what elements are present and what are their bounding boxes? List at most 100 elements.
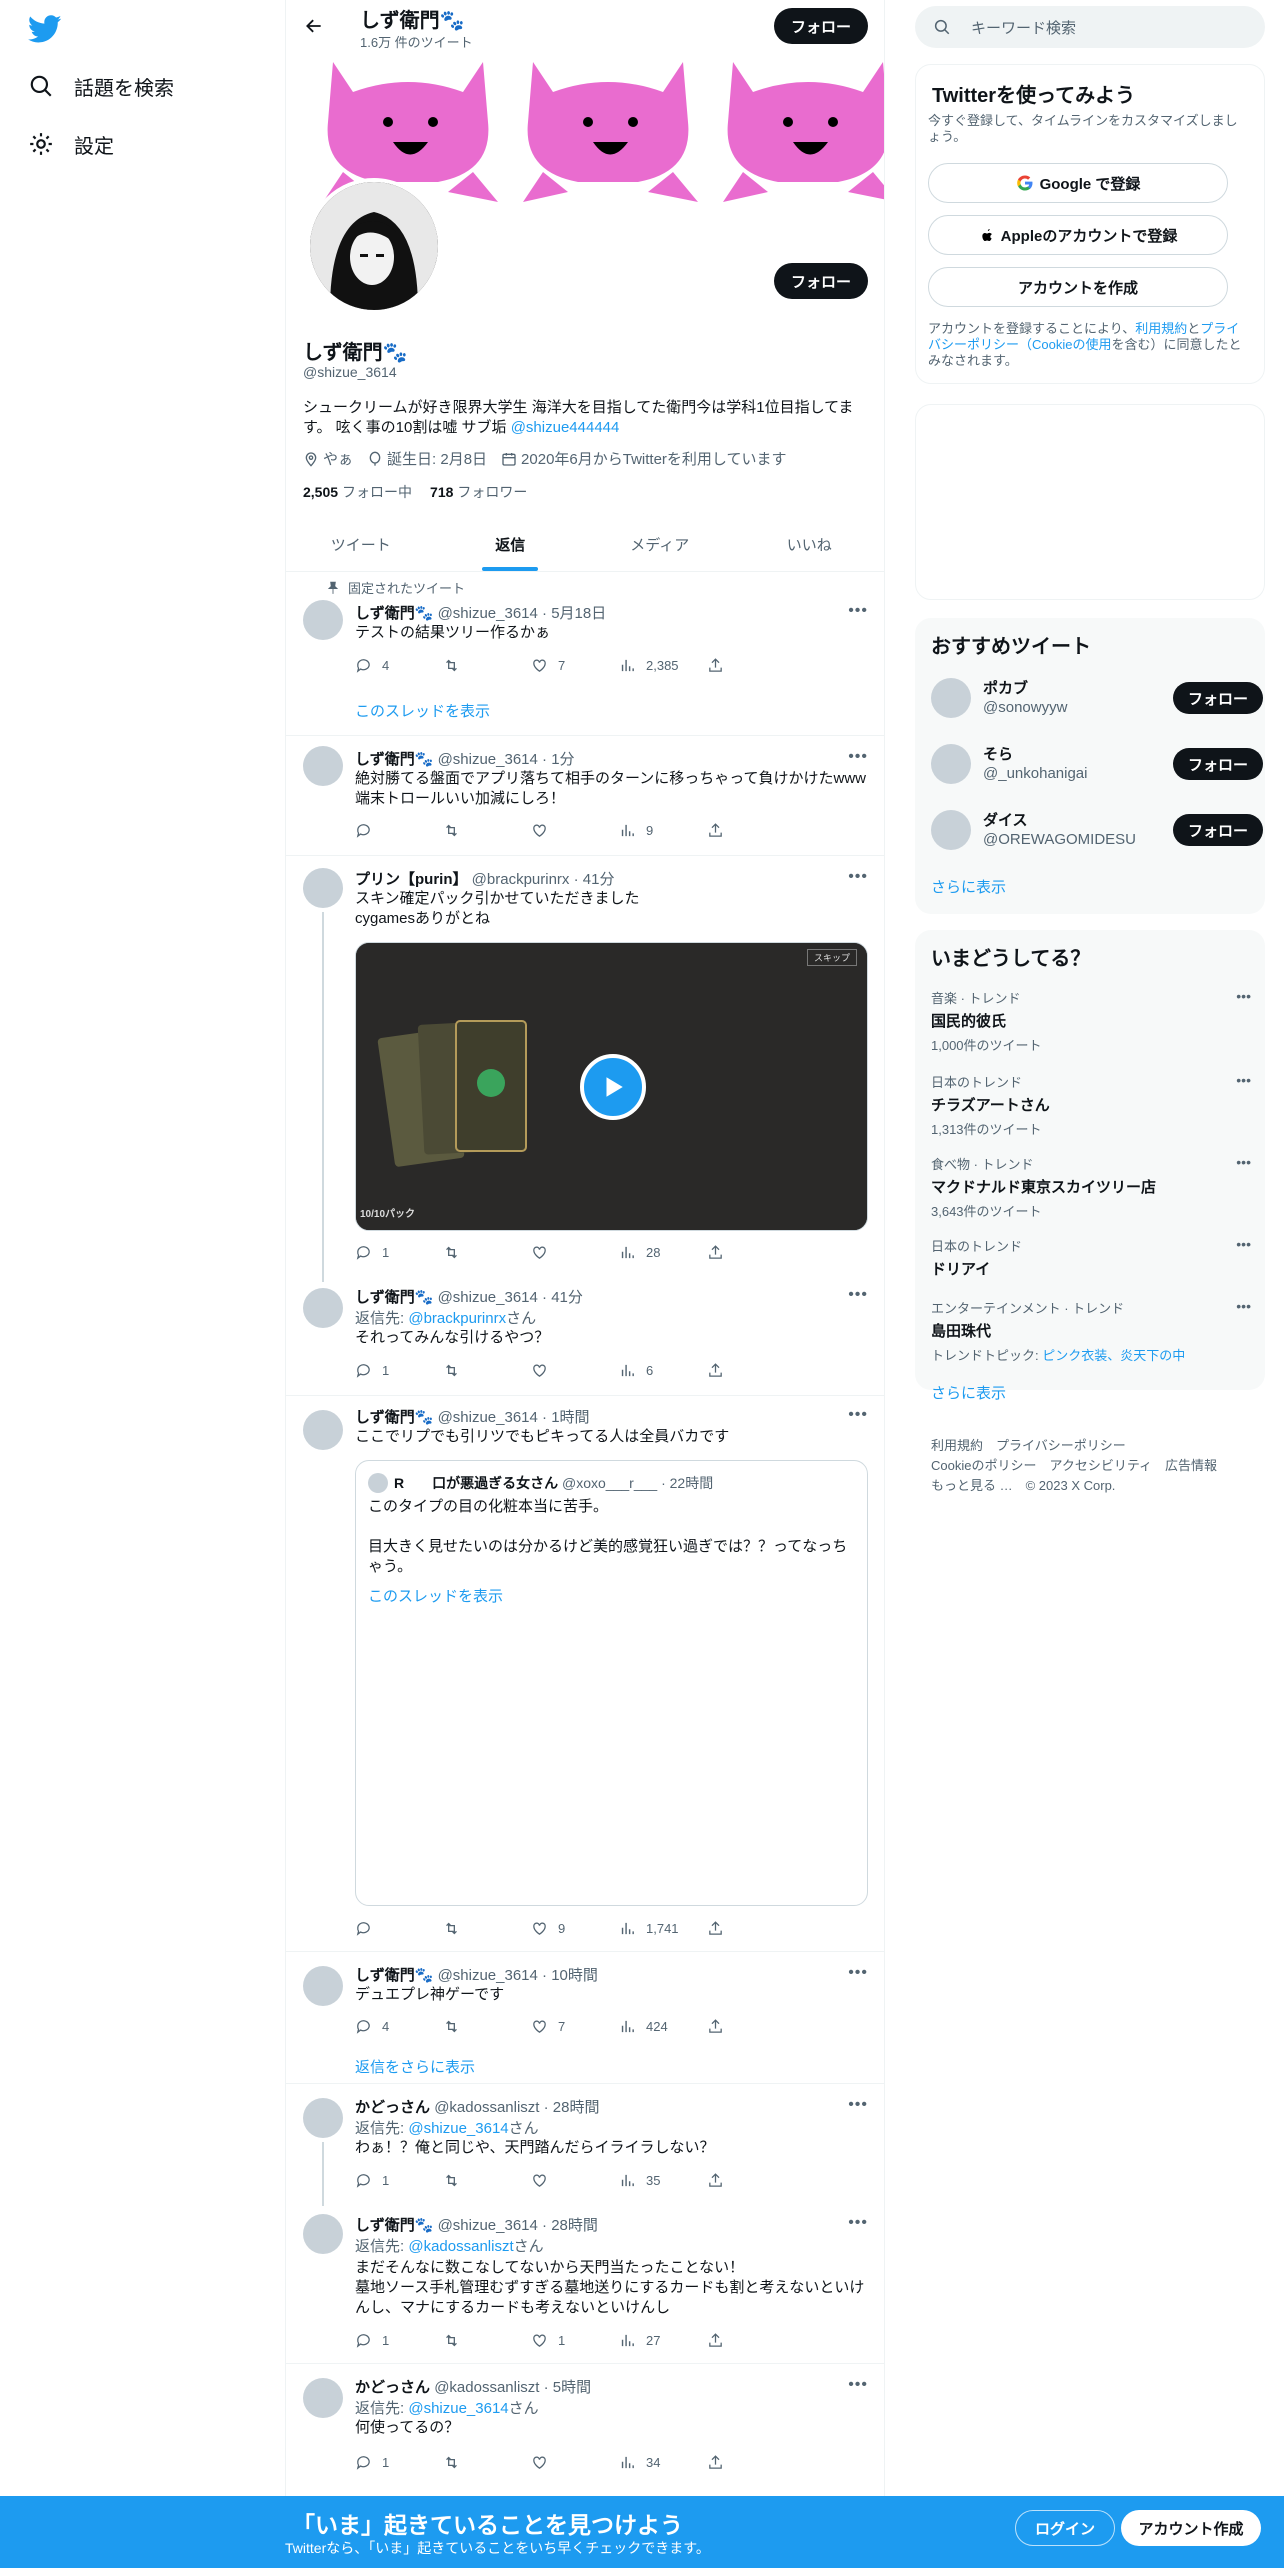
retweet-button[interactable] [443,1918,531,1938]
avatar[interactable] [303,2214,343,2254]
more-icon[interactable]: ••• [1236,1298,1251,1314]
rec-follow-button[interactable]: フォロー [1173,748,1263,780]
reply-to-handle[interactable]: @kadossanliszt [408,2238,513,2255]
reply-button[interactable]: 4 [355,655,443,675]
tweet-author[interactable]: しず衛門🐾 [355,605,433,622]
tweet[interactable]: しず衛門🐾 @shizue_3614 · 28時間 ••• 返信先: @kado… [286,2202,884,2364]
recommended-user[interactable]: そら @_unkohanigai フォロー [931,736,1263,792]
like-button[interactable]: 7 [531,2016,619,2036]
tab-replies[interactable]: 返信 [436,518,586,571]
views-button[interactable]: 27 [619,2330,707,2350]
more-icon[interactable]: ••• [848,1406,868,1424]
rec-follow-button[interactable]: フォロー [1173,682,1263,714]
avatar[interactable] [303,1410,343,1450]
twitter-logo-icon[interactable] [28,12,62,46]
views-button[interactable]: 6 [619,1360,707,1380]
create-account-button[interactable]: アカウントを作成 [928,267,1228,307]
retweet-button[interactable] [443,2016,531,2036]
footer-line-1[interactable]: 利用規約 プライバシーポリシー [931,1436,1251,1456]
more-icon[interactable]: ••• [848,868,868,886]
share-button[interactable] [707,1918,795,1938]
recommended-user[interactable]: ポカブ @sonowyyw フォロー [931,670,1263,726]
login-button[interactable]: ログイン [1015,2510,1115,2546]
back-button[interactable] [300,12,328,40]
reply-button[interactable]: 1 [355,2170,443,2190]
retweet-button[interactable] [443,820,531,840]
tweet[interactable]: しず衛門🐾 @shizue_3614 · 10時間 ••• デュエプレ神ゲーです… [286,1952,884,2084]
more-icon[interactable]: ••• [848,602,868,620]
share-button[interactable] [707,655,795,675]
signup-button[interactable]: アカウント作成 [1121,2510,1261,2546]
reply-button[interactable] [355,1918,443,1938]
tweet-author[interactable]: しず衛門🐾 [355,1409,433,1426]
views-button[interactable]: 9 [619,820,707,840]
trend-item[interactable]: 音楽 · トレンド 国民的彼氏 1,000件のツイート ••• [931,988,1251,1054]
reply-button[interactable]: 1 [355,2330,443,2350]
more-icon[interactable]: ••• [848,2096,868,2114]
more-icon[interactable]: ••• [1236,1154,1251,1170]
tweet[interactable]: しず衛門🐾 @shizue_3614 · 41分 ••• 返信先: @brack… [286,1274,884,1396]
like-button[interactable] [531,2452,619,2472]
like-button[interactable] [531,1360,619,1380]
tweet-author[interactable]: しず衛門🐾 [355,751,433,768]
profile-follow-button[interactable]: フォロー [774,263,868,299]
tab-likes[interactable]: いいね [735,518,885,571]
views-button[interactable]: 424 [619,2016,707,2036]
like-button[interactable]: 1 [531,2330,619,2350]
followers-link[interactable]: 718 フォロワー [430,482,527,502]
more-icon[interactable]: ••• [1236,1236,1251,1252]
trend-item[interactable]: 日本のトレンド チラズアートさん 1,313件のツイート ••• [931,1072,1251,1138]
show-thread-link[interactable]: このスレッドを表示 [355,700,490,721]
tweet[interactable]: かどっさん @kadossanliszt · 28時間 ••• 返信先: @sh… [286,2084,884,2206]
share-button[interactable] [707,2170,795,2190]
more-icon[interactable]: ••• [848,1964,868,1982]
tweet[interactable]: 固定されたツイート しず衛門🐾 @shizue_3614 · 5月18日 •••… [286,572,884,736]
trend-item[interactable]: 食べ物 · トレンド マクドナルド東京スカイツリー店 3,643件のツイート •… [931,1154,1251,1220]
footer-line-3[interactable]: もっと見る … © 2023 X Corp. [931,1476,1251,1496]
share-button[interactable] [707,2452,795,2472]
reply-to-handle[interactable]: @shizue_3614 [408,2400,508,2417]
apple-signup-button[interactable]: Appleのアカウントで登録 [928,215,1228,255]
show-more-link[interactable]: さらに表示 [931,876,1006,897]
share-button[interactable] [707,2330,795,2350]
retweet-button[interactable] [443,2452,531,2472]
more-icon[interactable]: ••• [848,2376,868,2394]
rec-follow-button[interactable]: フォロー [1173,814,1263,846]
tweet[interactable]: プリン【purin】 @brackpurinrx · 41分 ••• スキン確定… [286,856,884,1282]
header-follow-button[interactable]: フォロー [774,8,868,44]
retweet-button[interactable] [443,2170,531,2190]
avatar[interactable] [303,746,343,786]
reply-button[interactable]: 1 [355,2452,443,2472]
tweet[interactable]: しず衛門🐾 @shizue_3614 · 1分 ••• 絶対勝てる盤面でアプリ落… [286,736,884,856]
reply-button[interactable]: 1 [355,1242,443,1262]
play-button[interactable] [580,1054,646,1120]
nav-explore[interactable]: 話題を検索 [28,66,174,106]
tweet[interactable]: しず衛門🐾 @shizue_3614 · 1時間 ••• ここでリプでも引リツで… [286,1396,884,1952]
tweet-author[interactable]: プリン【purin】 [355,871,468,888]
recommended-user[interactable]: ダイス @OREWAGOMIDESU フォロー [931,802,1263,858]
tweet-author[interactable]: かどっさん [355,2099,430,2116]
like-button[interactable] [531,1242,619,1262]
quoted-tweet[interactable]: R 口が悪過ぎる女さん @xoxo___r___ · 22時間 このタイプの目の… [355,1460,868,1906]
tweet-author[interactable]: かどっさん [355,2379,430,2396]
following-link[interactable]: 2,505 フォロー中 [303,482,412,502]
like-button[interactable]: 9 [531,1918,619,1938]
more-replies-link[interactable]: 返信をさらに表示 [355,2056,475,2077]
share-button[interactable] [707,820,795,840]
like-button[interactable] [531,2170,619,2190]
tab-media[interactable]: メディア [585,518,735,571]
retweet-button[interactable] [443,2330,531,2350]
avatar[interactable] [303,2378,343,2418]
trend-item[interactable]: エンターテインメント · トレンド 島田珠代 トレンドトピック: ピンク衣装、炎… [931,1298,1251,1364]
tweet-author[interactable]: しず衛門🐾 [355,1967,433,1984]
retweet-button[interactable] [443,655,531,675]
views-button[interactable]: 34 [619,2452,707,2472]
like-button[interactable] [531,820,619,840]
nav-settings[interactable]: 設定 [28,124,114,164]
share-button[interactable] [707,1242,795,1262]
search-box[interactable]: キーワード検索 [915,6,1265,48]
tweet[interactable]: かどっさん @kadossanliszt · 5時間 ••• 返信先: @shi… [286,2364,884,2496]
reply-button[interactable]: 4 [355,2016,443,2036]
profile-avatar[interactable] [306,178,442,314]
avatar[interactable] [303,600,343,640]
